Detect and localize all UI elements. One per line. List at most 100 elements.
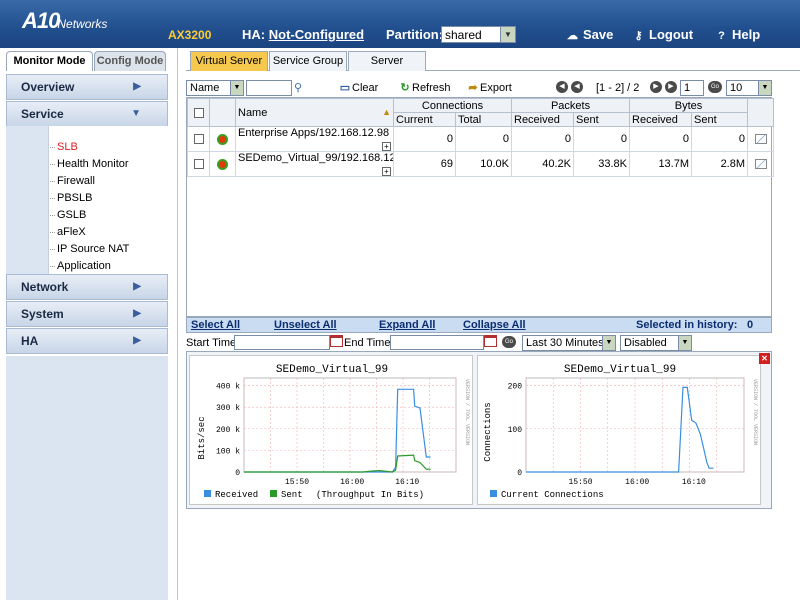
- first-page-icon[interactable]: ◀: [556, 81, 568, 93]
- submenu-item-ip-source-nat[interactable]: IP Source NAT: [49, 241, 168, 258]
- pkt-received-header[interactable]: Received: [511, 112, 574, 127]
- pkt-sent-cell: 33.8K: [572, 151, 631, 177]
- sort-icon[interactable]: ▲: [382, 107, 391, 117]
- row-checkbox-cell[interactable]: [187, 151, 210, 177]
- graph-header: [747, 98, 775, 127]
- header-checkbox[interactable]: [193, 107, 204, 118]
- filter-field-select[interactable]: Name ▼: [186, 80, 244, 96]
- nav-overview[interactable]: Overview ▶: [6, 74, 168, 100]
- name-header[interactable]: Name ▲: [235, 98, 394, 127]
- legend-sent-swatch: [270, 490, 277, 497]
- partition-select[interactable]: shared ▼: [441, 26, 516, 43]
- auto-refresh-select[interactable]: Disabled ▼: [620, 335, 692, 351]
- tab-service-group[interactable]: Service Group: [269, 51, 347, 71]
- expand-all-link[interactable]: Expand All: [379, 319, 435, 331]
- expand-icon[interactable]: +: [382, 167, 391, 176]
- nav-service[interactable]: Service ▼: [6, 101, 168, 127]
- start-time-input[interactable]: [234, 335, 330, 350]
- table-row[interactable]: Enterprise Apps/192.168.12.98 + 0 0 0 0 0…: [187, 126, 775, 152]
- refresh-label: Refresh: [412, 82, 451, 94]
- last-page-icon[interactable]: ▶: [665, 81, 677, 93]
- go-button[interactable]: Go: [502, 336, 516, 348]
- tab-monitor-mode[interactable]: Monitor Mode: [6, 51, 93, 71]
- go-button[interactable]: Go: [708, 81, 722, 93]
- connections-chart-side-label: VERSION / TOOL VERSION: [752, 379, 758, 445]
- y-tick-label: 200: [508, 383, 523, 392]
- end-time-input[interactable]: [390, 335, 484, 350]
- expand-icon[interactable]: +: [382, 142, 391, 151]
- submenu-item-firewall[interactable]: Firewall: [49, 173, 168, 190]
- graph-icon[interactable]: [754, 134, 767, 145]
- row-checkbox[interactable]: [193, 159, 204, 170]
- save-button[interactable]: ☁ Save: [566, 27, 613, 42]
- pkt-sent-header[interactable]: Sent: [572, 112, 631, 127]
- auto-refresh-value: Disabled: [624, 337, 667, 349]
- partition-value: shared: [445, 28, 482, 42]
- vs-name[interactable]: SEDemo_Virtual_99/192.168.12.99: [238, 153, 393, 165]
- submenu-item-slb[interactable]: SLB: [49, 139, 168, 156]
- vs-name[interactable]: Enterprise Apps/192.168.12.98: [238, 128, 389, 140]
- nav-system[interactable]: System ▶: [6, 301, 168, 327]
- calendar-icon[interactable]: [484, 335, 497, 347]
- bytes-sent-header[interactable]: Sent: [691, 112, 749, 127]
- prev-page-icon[interactable]: ◀: [571, 81, 583, 93]
- status-icon: [217, 133, 228, 145]
- tab-server[interactable]: Server: [348, 51, 426, 71]
- export-button[interactable]: ➦ Export: [466, 80, 511, 96]
- tab-virtual-server[interactable]: Virtual Server: [190, 51, 268, 71]
- close-icon[interactable]: ✕: [759, 353, 770, 364]
- ha-status-link[interactable]: Not-Configured: [269, 27, 364, 42]
- graph-cell[interactable]: [747, 126, 775, 152]
- next-page-icon[interactable]: ▶: [650, 81, 662, 93]
- page-size-value: 10: [730, 82, 743, 94]
- chevron-down-icon[interactable]: ▼: [230, 81, 243, 95]
- conn-total-header[interactable]: Total: [455, 112, 512, 127]
- save-icon: ☁: [567, 30, 578, 42]
- chevron-down-icon[interactable]: ▼: [678, 336, 691, 350]
- virtual-server-grid: Name ▲ Connections Packets Bytes Current …: [186, 97, 775, 317]
- search-icon[interactable]: ⚲: [294, 81, 302, 94]
- submenu-item-gslb[interactable]: GSLB: [49, 207, 168, 224]
- submenu-item-pbslb[interactable]: PBSLB: [49, 190, 168, 207]
- calendar-icon[interactable]: [330, 335, 343, 347]
- submenu-item-aflex[interactable]: aFleX: [49, 224, 168, 241]
- filter-input[interactable]: [246, 80, 292, 96]
- help-button[interactable]: ? Help: [715, 27, 760, 42]
- submenu-item-application[interactable]: Application: [49, 258, 168, 275]
- y-tick-label: 100 k: [216, 447, 240, 456]
- bytes-received-header[interactable]: Received: [629, 112, 693, 127]
- nav-network[interactable]: Network ▶: [6, 274, 168, 300]
- collapse-all-link[interactable]: Collapse All: [463, 319, 526, 331]
- name-cell[interactable]: Enterprise Apps/192.168.12.98 +: [235, 126, 394, 152]
- name-cell[interactable]: SEDemo_Virtual_99/192.168.12.99 +: [235, 151, 394, 177]
- key-icon: ⚷: [634, 30, 643, 42]
- row-checkbox-cell[interactable]: [187, 126, 210, 152]
- chevron-down-icon[interactable]: ▼: [758, 81, 771, 95]
- select-all-header[interactable]: [187, 98, 210, 127]
- select-all-link[interactable]: Select All: [191, 319, 240, 331]
- pkt-received-cell: 0: [511, 126, 574, 152]
- page-size-select[interactable]: 10 ▼: [726, 80, 772, 96]
- save-label: Save: [583, 27, 614, 42]
- time-range-select[interactable]: Last 30 Minutes ▼: [522, 335, 616, 351]
- submenu-item-health-monitor[interactable]: Health Monitor: [49, 156, 168, 173]
- status-icon: [217, 158, 228, 170]
- export-icon: ➦: [468, 82, 478, 94]
- y-tick-label: 0: [235, 469, 240, 478]
- unselect-all-link[interactable]: Unselect All: [274, 319, 337, 331]
- nav-ha[interactable]: HA ▶: [6, 328, 168, 354]
- clear-button[interactable]: ▭ Clear: [338, 80, 379, 96]
- logout-button[interactable]: ⚷ Logout: [632, 27, 693, 42]
- ha-label: HA:: [242, 27, 266, 42]
- conn-current-header[interactable]: Current: [393, 112, 456, 127]
- chevron-down-icon[interactable]: ▼: [500, 27, 515, 42]
- table-row[interactable]: SEDemo_Virtual_99/192.168.12.99 + 69 10.0…: [187, 151, 775, 177]
- graph-cell[interactable]: [747, 151, 775, 177]
- row-checkbox[interactable]: [193, 134, 204, 145]
- refresh-button[interactable]: ↻ Refresh: [398, 80, 451, 96]
- tab-config-mode[interactable]: Config Mode: [94, 51, 166, 71]
- bytes-received-cell: 13.7M: [629, 151, 693, 177]
- chevron-down-icon[interactable]: ▼: [602, 336, 615, 350]
- graph-icon[interactable]: [754, 159, 767, 170]
- page-number-input[interactable]: 1: [680, 80, 704, 96]
